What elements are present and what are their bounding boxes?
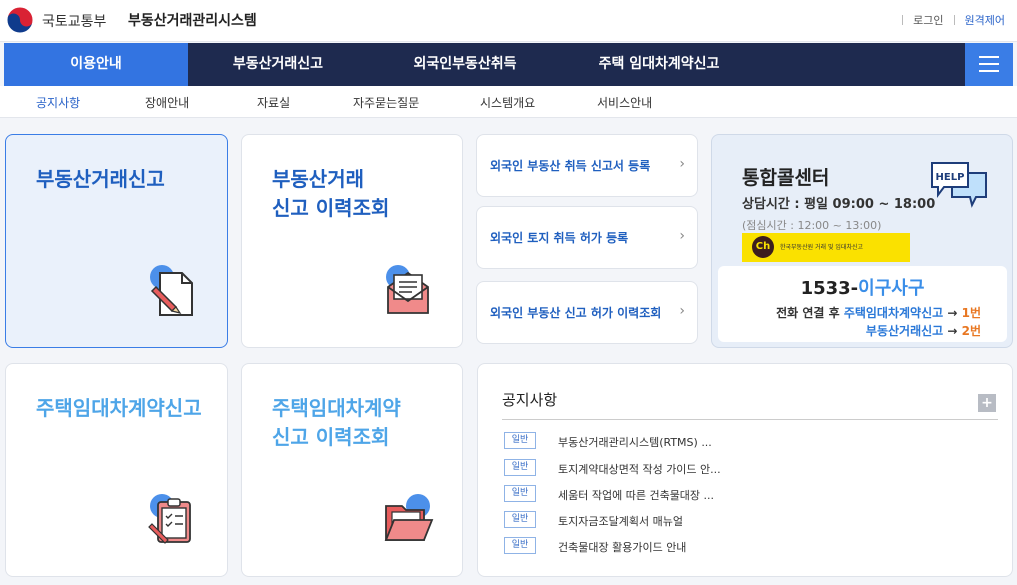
help-bubble-icon: HELP xyxy=(931,162,987,208)
call-number-korean: 이구사구 xyxy=(858,278,925,299)
sub-nav: 공지사항 장애안내 자료실 자주묻는질문 시스템개요 서비스안내 xyxy=(0,86,1017,118)
chevron-right-icon: › xyxy=(679,303,685,319)
kakao-channel-label: 한국부동산원 거래 및 임대차신고 xyxy=(780,244,864,251)
taegeuk-logo-icon[interactable] xyxy=(6,6,34,34)
main-nav: 이용안내 부동산거래신고 외국인부동산취득 주택 임대차계약신고 xyxy=(4,43,1013,86)
call-center-box: 통합콜센터 상담시간 : 평일 09:00 ~ 18:00 (점심시간 : 12… xyxy=(711,134,1013,348)
call-center-title: 통합콜센터 xyxy=(742,167,830,189)
call-center-hours: 상담시간 : 평일 09:00 ~ 18:00 xyxy=(742,197,936,212)
foreign-land-permit-register-link[interactable]: 외국인 토지 취득 허가 등록 › xyxy=(476,206,698,269)
category-badge: 일반 xyxy=(504,432,536,449)
kakao-channel-button[interactable]: Ch 한국부동산원 거래 및 임대차신고 xyxy=(742,233,910,262)
notice-item-title[interactable]: 토지자금조달계획서 매뉴얼 xyxy=(558,513,683,529)
folder-icon xyxy=(384,494,434,541)
divider xyxy=(953,15,955,25)
category-badge: 일반 xyxy=(504,485,536,502)
real-estate-report-card[interactable]: 부동산거래신고 xyxy=(5,134,228,348)
lease-report-card[interactable]: 주택임대차계약신고 xyxy=(5,363,228,577)
help-label: HELP xyxy=(936,172,965,183)
remote-support-link[interactable]: 원격제어 xyxy=(965,12,1005,28)
notice-item-title[interactable]: 토지계약대상면적 작성 가이드 안... xyxy=(558,461,721,477)
more-plus-button[interactable]: + xyxy=(978,394,996,412)
nav-item-real-estate-report[interactable]: 부동산거래신고 xyxy=(188,43,368,86)
call-number: 1533-이구사구 xyxy=(718,274,1007,300)
category-badge: 일반 xyxy=(504,459,536,476)
call-option-lease: 전화 연결 후 주택임대차계약신고 → 1번 xyxy=(776,304,981,321)
call-number-panel: 1533-이구사구 전화 연결 후 주택임대차계약신고 → 1번 부동산거래신고… xyxy=(718,266,1007,342)
call-option-target: 부동산거래신고 xyxy=(865,324,944,338)
link-label: 외국인 부동산 취득 신고서 등록 xyxy=(490,159,651,173)
card-title: 부동산거래 신고 이력조회 xyxy=(272,167,390,220)
subnav-item-faq[interactable]: 자주묻는질문 xyxy=(353,94,419,111)
foreign-acquisition-register-link[interactable]: 외국인 부동산 취득 신고서 등록 › xyxy=(476,134,698,197)
menu-icon-line xyxy=(979,70,999,72)
subnav-item-outage[interactable]: 장애안내 xyxy=(145,94,189,111)
lease-history-card[interactable]: 주택임대차계약 신고 이력조회 xyxy=(241,363,463,577)
arrow-right-icon: → xyxy=(943,306,962,320)
notice-item-title[interactable]: 부동산거래관리시스템(RTMS) ... xyxy=(558,434,712,450)
hamburger-menu-button[interactable] xyxy=(965,43,1013,86)
call-option-report: 부동산거래신고 → 2번 xyxy=(866,322,981,339)
chevron-right-icon: › xyxy=(679,156,685,172)
notice-board: 공지사항 + 일반 부동산거래관리시스템(RTMS) ... 일반 토지계약대상… xyxy=(477,363,1013,577)
divider xyxy=(902,15,904,25)
top-bar: 국토교통부 부동산거래관리시스템 로그인 원격제어 xyxy=(0,0,1017,42)
ministry-name[interactable]: 국토교통부 xyxy=(42,11,106,31)
menu-icon xyxy=(979,56,999,58)
call-option-number: 2번 xyxy=(961,324,981,338)
arrow-right-icon: → xyxy=(943,324,962,338)
link-label: 외국인 토지 취득 허가 등록 xyxy=(490,231,629,245)
subnav-item-notice[interactable]: 공지사항 xyxy=(36,94,80,111)
menu-icon-line xyxy=(979,63,999,65)
call-center-lunch: (점심시간 : 12:00 ~ 13:00) xyxy=(742,219,882,232)
card-title: 주택임대차계약 신고 이력조회 xyxy=(272,396,401,449)
notice-item-title[interactable]: 세움터 작업에 따른 건축물대장 ... xyxy=(558,487,714,503)
subnav-item-library[interactable]: 자료실 xyxy=(257,94,290,111)
chevron-right-icon: › xyxy=(679,228,685,244)
card-title: 주택임대차계약신고 xyxy=(36,396,202,420)
call-option-target: 주택임대차계약신고 xyxy=(843,306,944,320)
nav-item-usage-guide[interactable]: 이용안내 xyxy=(4,43,188,86)
report-history-card[interactable]: 부동산거래 신고 이력조회 xyxy=(241,134,463,348)
mail-letter-icon xyxy=(386,265,429,314)
notice-item-title[interactable]: 건축물대장 활용가이드 안내 xyxy=(558,539,686,555)
category-badge: 일반 xyxy=(504,537,536,554)
call-option-number: 1번 xyxy=(961,306,981,320)
subnav-item-service-guide[interactable]: 서비스안내 xyxy=(597,94,652,111)
divider xyxy=(502,419,998,420)
nav-item-foreign-acquisition[interactable]: 외국인부동산취득 xyxy=(380,43,550,86)
call-number-digits: 1533- xyxy=(800,278,859,299)
category-badge: 일반 xyxy=(504,511,536,528)
subnav-item-system-overview[interactable]: 시스템개요 xyxy=(480,94,535,111)
nav-item-lease-report[interactable]: 주택 임대차계약신고 xyxy=(554,43,764,86)
utility-links: 로그인 원격제어 xyxy=(892,12,1005,28)
card-title: 부동산거래신고 xyxy=(36,167,165,191)
call-option-prefix: 전화 연결 후 xyxy=(776,306,844,320)
document-pen-icon xyxy=(150,265,193,316)
notice-title: 공지사항 xyxy=(502,391,558,409)
system-name[interactable]: 부동산거래관리시스템 xyxy=(128,10,257,30)
clipboard-checklist-icon xyxy=(148,494,191,544)
foreign-permit-history-link[interactable]: 외국인 부동산 신고 허가 이력조회 › xyxy=(476,281,698,344)
login-link[interactable]: 로그인 xyxy=(913,12,943,28)
link-label: 외국인 부동산 신고 허가 이력조회 xyxy=(490,306,662,320)
kakao-channel-icon: Ch xyxy=(752,236,774,258)
